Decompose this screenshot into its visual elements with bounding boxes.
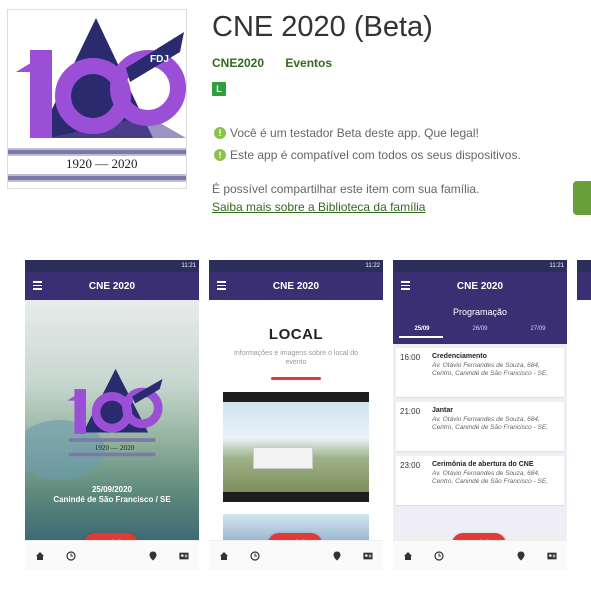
event-date: 25/09/2020: [91, 485, 133, 494]
bottom-nav: [25, 540, 199, 570]
event-address: Av. Otávio Fernandes de Souza, 684, Cent…: [432, 416, 548, 431]
event-name: Credenciamento: [432, 353, 487, 360]
location-icon[interactable]: [148, 551, 158, 561]
menu-icon: [401, 281, 410, 292]
category-link[interactable]: Eventos: [285, 56, 332, 70]
app-bar: CNE 2020: [393, 272, 567, 300]
status-bar: 11:21: [25, 260, 199, 272]
logo-years: 1920 — 2020: [66, 156, 138, 171]
event-time: 16:00: [400, 353, 421, 362]
event-time: 21:00: [400, 407, 421, 416]
list-item[interactable]: 21:00 Jantar Av. Otávio Fernandes de Sou…: [396, 402, 564, 451]
status-bar: 11:21: [393, 260, 567, 272]
hero-logo-years: 1920 — 2020: [95, 444, 135, 452]
event-place: Canindé de São Francisco / SE: [53, 495, 171, 504]
event-address: Av. Otávio Fernandes de Souza, 684, Cent…: [432, 470, 548, 485]
list-item[interactable]: 23:00 Cerimônia de abertura do CNE Av. O…: [396, 456, 564, 505]
programacao-title: Programação: [452, 307, 508, 317]
tab-day-3[interactable]: 27/09: [530, 326, 545, 332]
status-bar: 11:22: [209, 260, 383, 272]
content-rating-badge: L: [212, 82, 226, 96]
menu-icon: [217, 281, 226, 292]
bottom-nav: [393, 540, 567, 570]
beta-notice-text: Você é um testador Beta deste app. Que l…: [230, 126, 479, 140]
info-icon: !: [214, 127, 226, 139]
schedule-list: 16:00 Credenciamento Av. Otávio Fernande…: [393, 344, 567, 540]
event-name: Cerimônia de abertura do CNE: [432, 461, 534, 468]
contact-card-icon[interactable]: [178, 551, 189, 561]
date-tabs: 25/09 26/09 27/09: [393, 326, 567, 332]
app-meta: CNE2020 Eventos: [212, 56, 350, 70]
app-title: CNE 2020 (Beta): [212, 11, 433, 43]
local-subtitle: Informações e imagens sobre o local do e…: [233, 350, 359, 366]
screenshot-home[interactable]: 11:21 CNE 2020 1920 — 2020 25/09/2020 Ca…: [25, 260, 199, 570]
family-library-link[interactable]: Saiba mais sobre a Biblioteca da família: [212, 200, 425, 214]
app-bar: CNE 2020: [209, 272, 383, 300]
tab-day-1[interactable]: 25/09: [414, 326, 429, 332]
bottom-nav: [209, 540, 383, 570]
menu-icon: [33, 281, 42, 292]
clock-icon[interactable]: [250, 550, 260, 561]
clock-icon[interactable]: [434, 550, 444, 561]
venue-photo: [223, 392, 369, 502]
contact-card-icon[interactable]: [362, 551, 373, 561]
tab-indicator: [399, 336, 443, 338]
screenshot-partial[interactable]: [577, 260, 591, 570]
app-bar-title: CNE 2020: [88, 280, 136, 292]
hero-image: 1920 — 2020 25/09/2020 Canindé de São Fr…: [25, 300, 199, 540]
local-title: LOCAL: [268, 326, 324, 343]
event-name: Jantar: [432, 407, 454, 414]
event-time: 23:00: [400, 461, 421, 470]
app-bar-title: CNE 2020: [272, 280, 320, 292]
info-icon: !: [214, 149, 226, 161]
status-bar: [577, 260, 591, 272]
screenshot-local[interactable]: 11:22 CNE 2020 LOCAL Informações e image…: [209, 260, 383, 570]
home-icon[interactable]: [35, 551, 45, 561]
location-icon[interactable]: [516, 551, 526, 561]
location-icon[interactable]: [332, 551, 342, 561]
cne-logo: FDJ 1920 — 2020: [8, 18, 186, 182]
event-date-place: 25/09/2020 Canindé de São Francisco / SE: [25, 485, 199, 505]
app-bar: CNE 2020: [25, 272, 199, 300]
tab-day-2[interactable]: 26/09: [472, 326, 487, 332]
compat-notice: ! Este app é compatível com todos os seu…: [214, 148, 521, 162]
clock-icon[interactable]: [66, 550, 76, 561]
logo-fdj: FDJ: [150, 54, 169, 65]
home-icon[interactable]: [219, 551, 229, 561]
family-text: É possível compartilhar este item com su…: [212, 182, 480, 196]
beta-notice: ! Você é um testador Beta deste app. Que…: [214, 126, 479, 140]
developer-link[interactable]: CNE2020: [212, 56, 264, 70]
programacao-header: Programação 25/09 26/09 27/09: [393, 300, 567, 344]
contact-card-icon[interactable]: [546, 551, 557, 561]
app-bar-title: CNE 2020: [456, 280, 504, 292]
compat-notice-text: Este app é compatível com todos os seus …: [230, 148, 521, 162]
app-bar: [577, 272, 591, 300]
local-divider: [271, 377, 321, 380]
hero-logo: 1920 — 2020: [67, 368, 163, 457]
install-button[interactable]: [573, 181, 591, 215]
home-icon[interactable]: [403, 551, 413, 561]
screenshot-programacao[interactable]: 11:21 CNE 2020 Programação 25/09 26/09 2…: [393, 260, 567, 570]
list-item[interactable]: 16:00 Credenciamento Av. Otávio Fernande…: [396, 348, 564, 397]
event-address: Av. Otávio Fernandes de Souza, 684, Cent…: [432, 362, 548, 377]
app-icon: FDJ 1920 — 2020: [7, 9, 187, 189]
